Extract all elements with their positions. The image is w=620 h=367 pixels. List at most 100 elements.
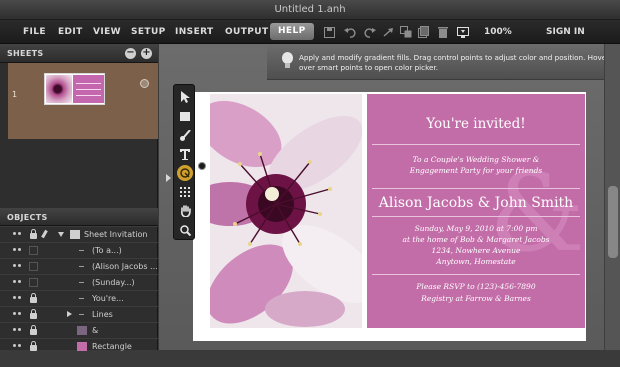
gradient-tool-icon[interactable] bbox=[177, 165, 193, 181]
objects-panel-title: OBJECTS bbox=[7, 213, 48, 222]
lock-icon[interactable] bbox=[29, 309, 38, 319]
tree-connector bbox=[79, 298, 84, 299]
event-date[interactable]: Sunday, May 9, 2010 at 7:00 pm bbox=[367, 224, 585, 233]
divider-line bbox=[372, 216, 580, 217]
expand-icon[interactable] bbox=[67, 311, 72, 317]
sheet-number: 1 bbox=[12, 90, 18, 99]
object-label: Lines bbox=[92, 310, 113, 319]
undo-icon[interactable] bbox=[343, 25, 357, 39]
sheets-panel-title: SHEETS bbox=[7, 49, 44, 58]
menu-insert[interactable]: INSERT bbox=[175, 27, 214, 37]
invitation-line-1[interactable]: To a Couple's Wedding Shower & bbox=[367, 155, 585, 164]
invitation-text-panel[interactable]: & You're invited! To a Couple's Wedding … bbox=[367, 94, 585, 328]
redo-all-icon[interactable] bbox=[381, 25, 395, 39]
sign-in-link[interactable]: SIGN IN bbox=[546, 27, 585, 37]
visibility-icon[interactable] bbox=[13, 312, 22, 317]
event-place-3[interactable]: Anytown, Homestate bbox=[367, 257, 585, 266]
invitation-card[interactable]: & You're invited! To a Couple's Wedding … bbox=[193, 92, 586, 341]
lock-icon[interactable] bbox=[29, 229, 38, 239]
zoom-level[interactable]: 100% bbox=[484, 27, 512, 37]
menu-view[interactable]: VIEW bbox=[93, 27, 121, 37]
menu-edit[interactable]: EDIT bbox=[58, 27, 83, 37]
lock-slot[interactable] bbox=[29, 278, 38, 287]
help-tip-text: Apply and modify gradient fills. Drag co… bbox=[299, 53, 610, 72]
thumbnail-flower-image bbox=[46, 75, 72, 103]
divider-line bbox=[372, 144, 580, 145]
event-place-2[interactable]: 1234, Nowhere Avenue bbox=[367, 246, 585, 255]
visibility-icon[interactable] bbox=[13, 264, 22, 269]
list-item[interactable]: Sheet Invitation bbox=[0, 226, 158, 242]
brush-tool-icon[interactable] bbox=[177, 127, 193, 143]
divider-line bbox=[372, 188, 580, 189]
registry-line[interactable]: Registry at Farrow & Barnes bbox=[367, 294, 585, 303]
sheet-options-icon[interactable] bbox=[140, 79, 149, 88]
event-place-1[interactable]: at the home of Bob & Margaret Jacobs bbox=[367, 235, 585, 244]
lock-icon[interactable] bbox=[29, 325, 38, 335]
list-item[interactable]: (Sunday...) bbox=[0, 274, 158, 290]
list-item[interactable]: (To a...) bbox=[0, 242, 158, 258]
sheet-thumbnail[interactable] bbox=[44, 73, 105, 105]
menu-file[interactable]: FILE bbox=[23, 27, 46, 37]
preview-icon[interactable] bbox=[456, 25, 470, 39]
divider-line bbox=[372, 274, 580, 275]
visibility-icon[interactable] bbox=[13, 232, 22, 237]
invitation-line-2[interactable]: Engagement Party for your friends bbox=[367, 166, 585, 175]
menubar: FILE EDIT VIEW SETUP INSERT OUTPUT HELP … bbox=[0, 20, 620, 44]
visibility-icon[interactable] bbox=[13, 280, 22, 285]
object-label: (Sunday...) bbox=[92, 278, 135, 287]
tree-connector bbox=[79, 266, 84, 267]
folder-icon bbox=[70, 230, 80, 239]
couple-names[interactable]: Alison Jacobs & John Smith bbox=[367, 195, 585, 211]
list-item[interactable]: You're... bbox=[0, 290, 158, 306]
hand-tool-icon[interactable] bbox=[177, 203, 193, 219]
lock-icon[interactable] bbox=[29, 293, 38, 303]
objects-panel-header: OBJECTS bbox=[0, 208, 158, 226]
object-label: You're... bbox=[92, 294, 124, 303]
sidebar: SHEETS − + 1 OBJECTS Sheet Invitation (T… bbox=[0, 44, 158, 351]
lock-slot[interactable] bbox=[29, 262, 38, 271]
canvas-area[interactable]: Apply and modify gradient fills. Drag co… bbox=[159, 44, 620, 350]
text-tool-icon[interactable] bbox=[177, 146, 193, 162]
redo-icon[interactable] bbox=[363, 25, 377, 39]
pointer-tool-icon[interactable] bbox=[177, 89, 193, 105]
menu-output[interactable]: OUTPUT bbox=[225, 27, 269, 37]
tree-connector bbox=[79, 314, 84, 315]
grid-tool-icon[interactable] bbox=[177, 184, 193, 200]
save-icon[interactable] bbox=[322, 25, 336, 39]
list-item[interactable]: (Alison Jacobs ... bbox=[0, 258, 158, 274]
object-label: Sheet Invitation bbox=[84, 230, 148, 239]
copy-icon[interactable] bbox=[416, 25, 430, 39]
visibility-icon[interactable] bbox=[13, 344, 22, 349]
remove-sheet-icon[interactable]: − bbox=[125, 48, 136, 59]
lightbulb-icon bbox=[282, 52, 293, 68]
visibility-icon[interactable] bbox=[13, 296, 22, 301]
visibility-icon[interactable] bbox=[13, 328, 22, 333]
flower-photo[interactable] bbox=[210, 94, 362, 328]
invitation-headline[interactable]: You're invited! bbox=[367, 116, 585, 132]
flower-image bbox=[210, 94, 362, 328]
add-sheet-icon[interactable]: + bbox=[141, 48, 152, 59]
duplicate-icon[interactable] bbox=[399, 25, 413, 39]
trash-icon[interactable] bbox=[436, 25, 450, 39]
lock-slot[interactable] bbox=[29, 246, 38, 255]
object-label: (Alison Jacobs ... bbox=[92, 262, 158, 271]
list-item[interactable]: Rectangle bbox=[0, 338, 158, 354]
window-titlebar: Untitled 1.anh bbox=[0, 0, 620, 20]
rsvp-line[interactable]: Please RSVP to (123)-456-7890 bbox=[367, 282, 585, 291]
visibility-icon[interactable] bbox=[13, 248, 22, 253]
list-item[interactable]: & bbox=[0, 322, 158, 338]
list-item[interactable]: Lines bbox=[0, 306, 158, 322]
zoom-tool-icon[interactable] bbox=[177, 222, 193, 238]
menu-setup[interactable]: SETUP bbox=[131, 27, 166, 37]
object-label: (To a...) bbox=[92, 246, 122, 255]
vertical-scrollbar[interactable] bbox=[604, 44, 620, 350]
rectangle-tool-icon[interactable] bbox=[177, 108, 193, 124]
tool-flyout-indicator-icon[interactable] bbox=[198, 162, 206, 170]
palette-collapse-arrow-icon[interactable] bbox=[166, 174, 171, 182]
collapse-icon[interactable] bbox=[58, 232, 64, 237]
tree-connector bbox=[79, 250, 84, 251]
text-swatch-icon bbox=[77, 326, 87, 335]
scrollbar-thumb[interactable] bbox=[608, 186, 618, 258]
object-label: & bbox=[92, 326, 99, 335]
menu-help[interactable]: HELP bbox=[270, 23, 314, 40]
